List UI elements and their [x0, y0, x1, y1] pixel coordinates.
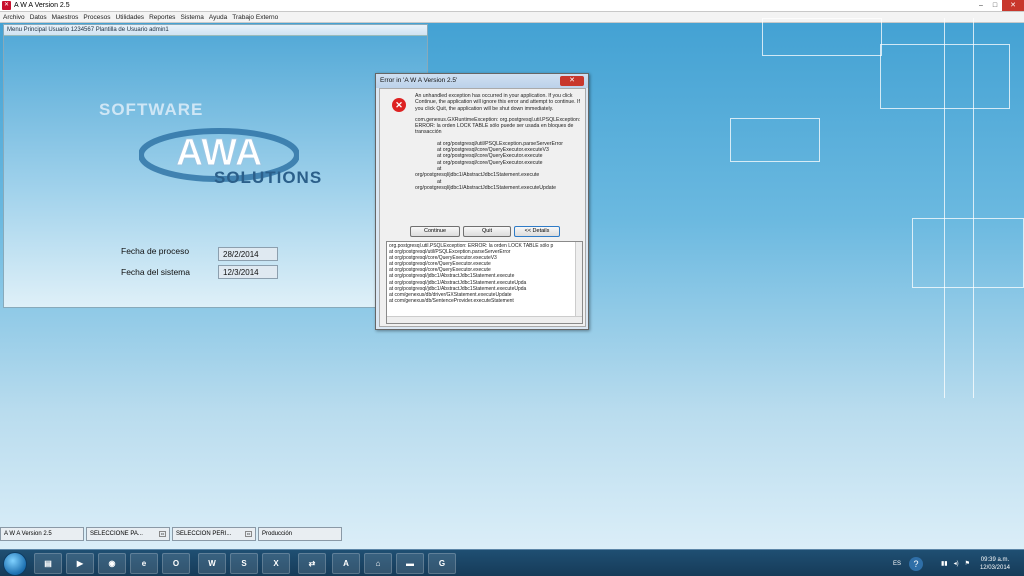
app-window: ✕ A W A Version 2.5 – □ ✕ Archivo Datos …: [0, 0, 1024, 549]
mdi-tab-awa[interactable]: A W A Version 2.5: [0, 527, 84, 541]
mdi-tab-produccion[interactable]: Producción: [258, 527, 342, 541]
start-button[interactable]: [3, 552, 27, 576]
clock[interactable]: 09:39 a.m. 12/03/2014: [980, 556, 1010, 572]
error-icon: ✕: [392, 98, 406, 112]
excel-icon[interactable]: X: [262, 553, 290, 574]
maximize-button[interactable]: □: [988, 0, 1002, 11]
word-icon[interactable]: W: [198, 553, 226, 574]
mdi-tab-bar: A W A Version 2.5 SELECCIONE PA... ▭ SEL…: [0, 527, 344, 541]
logo-solutions-text: SOLUTIONS: [214, 168, 323, 187]
menu-sistema[interactable]: Sistema: [180, 14, 203, 21]
firefox-icon[interactable]: ◉: [98, 553, 126, 574]
flag-icon[interactable]: ⚑: [965, 560, 970, 567]
menu-maestros[interactable]: Maestros: [52, 14, 79, 21]
outlook-icon[interactable]: O: [162, 553, 190, 574]
system-tray: ES ? ▮▮ ◂) ⚑ 09:39 a.m. 12/03/2014: [893, 550, 1024, 576]
vertical-scrollbar[interactable]: [575, 242, 582, 317]
horizontal-scrollbar[interactable]: [387, 316, 582, 323]
title-bar: ✕ A W A Version 2.5 – □ ✕: [0, 0, 1024, 12]
teamviewer-icon[interactable]: ⇄: [298, 553, 326, 574]
volume-icon[interactable]: ◂): [954, 560, 959, 567]
fecha-sistema-label: Fecha del sistema: [121, 267, 190, 277]
restore-icon[interactable]: ▭: [159, 531, 166, 537]
error-text: An unhandled exception has occurred in y…: [415, 93, 580, 112]
error-dialog: Error in 'A W A Version 2.5' ✕ ✕ An unha…: [375, 73, 589, 330]
app-icon: ✕: [2, 1, 11, 10]
mdi-tab-seleccione[interactable]: SELECCIONE PA... ▭: [86, 527, 170, 541]
menu-utilidades[interactable]: Utilidades: [116, 14, 145, 21]
child-window-title: Menu Principal Usuario 1234567 Plantilla…: [4, 25, 427, 36]
folder-icon[interactable]: ▤: [34, 553, 62, 574]
error-message: An unhandled exception has occurred in y…: [415, 93, 583, 191]
dialog-body: ✕ An unhandled exception has occurred in…: [379, 88, 586, 327]
taskbar: ▤ ▶ ◉ e O W S X ⇄ A ⌂ ▬ G ES ? ▮▮ ◂) ⚑ 0…: [0, 549, 1024, 576]
decor-square: [762, 18, 882, 56]
menu-trabajo-externo[interactable]: Trabajo Externo: [232, 14, 278, 21]
details-textbox[interactable]: org.postgresql.util.PSQLException: ERROR…: [386, 241, 583, 324]
details-button[interactable]: << Details: [514, 226, 560, 237]
main-menu-window: Menu Principal Usuario 1234567 Plantilla…: [3, 24, 428, 308]
close-button[interactable]: ✕: [1002, 0, 1024, 11]
fecha-sistema-field[interactable]: 12/3/2014: [218, 265, 278, 279]
network-tray-icon[interactable]: ▮▮: [941, 560, 948, 567]
cmd-icon[interactable]: ▬: [396, 553, 424, 574]
mdi-tab-label: A W A Version 2.5: [4, 531, 52, 537]
dialog-close-button[interactable]: ✕: [560, 76, 584, 86]
stack-line: org/postgresql/jdbc1/AbstractJdbc1Statem…: [415, 184, 557, 191]
decor-line: [944, 18, 974, 398]
menu-procesos[interactable]: Procesos: [83, 14, 110, 21]
clock-date: 12/03/2014: [979, 564, 1010, 571]
network-icon[interactable]: ⌂: [364, 553, 392, 574]
mdi-tab-label: SELECCION PERI...: [176, 531, 232, 537]
mdi-tab-seleccion-peri[interactable]: SELECCION PERI... ▭: [172, 527, 256, 541]
ie-icon[interactable]: e: [130, 553, 158, 574]
mdi-tab-label: Producción: [262, 531, 293, 537]
continue-button[interactable]: Continue: [410, 226, 460, 237]
fecha-proceso-field[interactable]: 28/2/2014: [218, 247, 278, 261]
restore-icon[interactable]: ▭: [245, 531, 252, 537]
menu-archivo[interactable]: Archivo: [3, 14, 25, 21]
quit-button[interactable]: Quit: [463, 226, 511, 237]
language-indicator[interactable]: ES: [893, 561, 901, 567]
menu-ayuda[interactable]: Ayuda: [209, 14, 227, 21]
fecha-proceso-label: Fecha de proceso: [121, 246, 190, 256]
decor-square: [730, 118, 820, 162]
media-player-icon[interactable]: ▶: [66, 553, 94, 574]
genexus-icon[interactable]: G: [428, 553, 456, 574]
skype-icon[interactable]: S: [230, 553, 258, 574]
mdi-tab-label: SELECCIONE PA...: [90, 531, 143, 537]
help-icon[interactable]: ?: [908, 556, 923, 571]
dialog-title: Error in 'A W A Version 2.5': [376, 74, 588, 88]
menu-datos[interactable]: Datos: [30, 14, 47, 21]
menu-reportes[interactable]: Reportes: [149, 14, 175, 21]
exception-text: com.genexus.GXRuntimeException: org.post…: [415, 116, 581, 136]
window-title: A W A Version 2.5: [14, 2, 70, 9]
acrobat-icon[interactable]: A: [332, 553, 360, 574]
minimize-button[interactable]: –: [974, 0, 988, 11]
clock-time: 09:39 a.m.: [980, 556, 1010, 563]
details-line: at com/genexus/db/SentenceProvider.execu…: [389, 297, 514, 304]
